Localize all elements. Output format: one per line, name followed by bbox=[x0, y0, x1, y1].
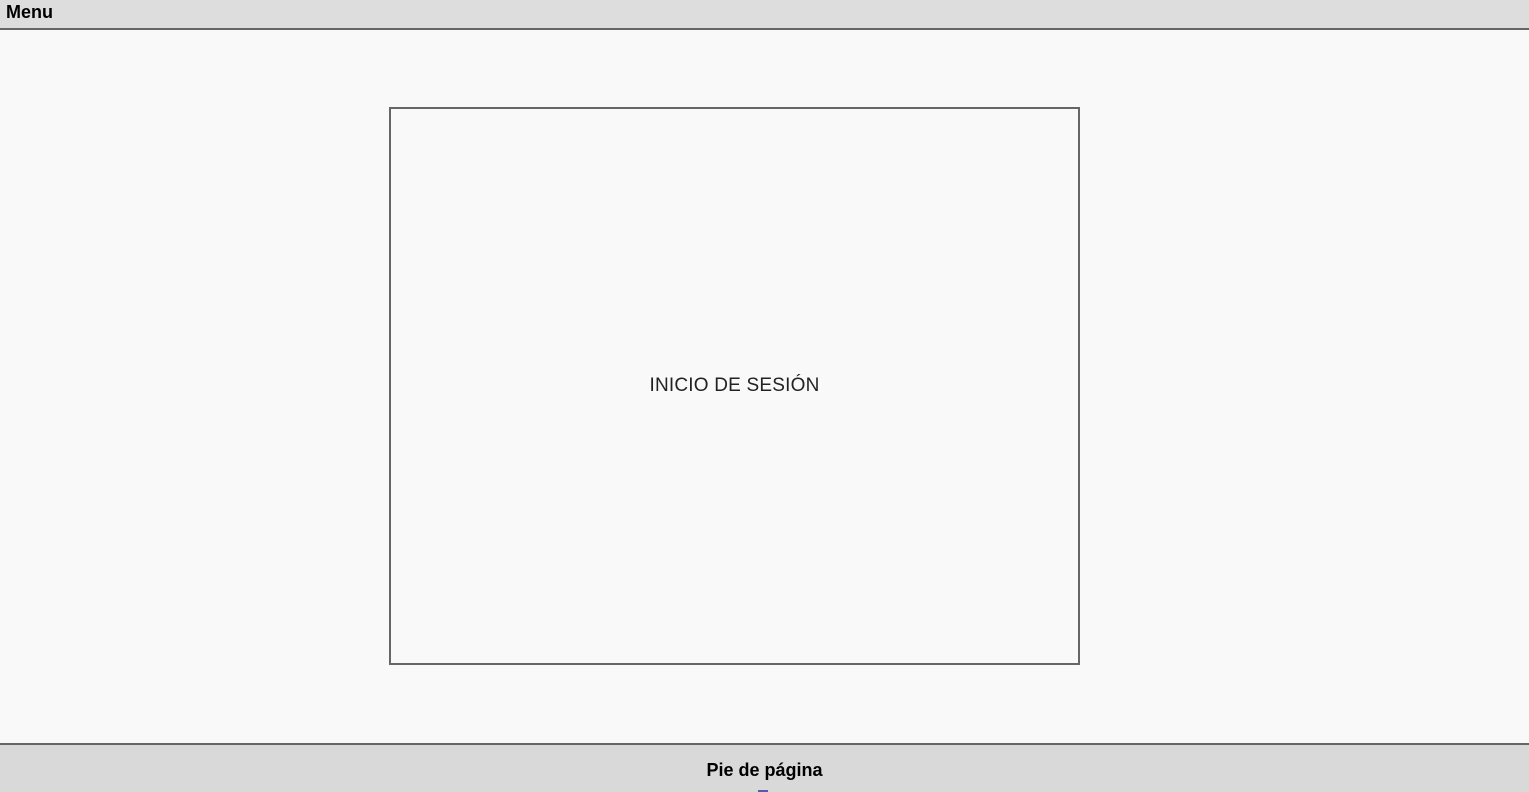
footer: Pie de página bbox=[0, 743, 1529, 792]
menu-label[interactable]: Menu bbox=[6, 1, 53, 23]
menu-bar: Menu bbox=[0, 0, 1529, 30]
login-box-label: INICIO DE SESIÓN bbox=[649, 375, 820, 396]
login-box[interactable]: INICIO DE SESIÓN bbox=[389, 107, 1080, 665]
footer-label: Pie de página bbox=[706, 760, 823, 780]
